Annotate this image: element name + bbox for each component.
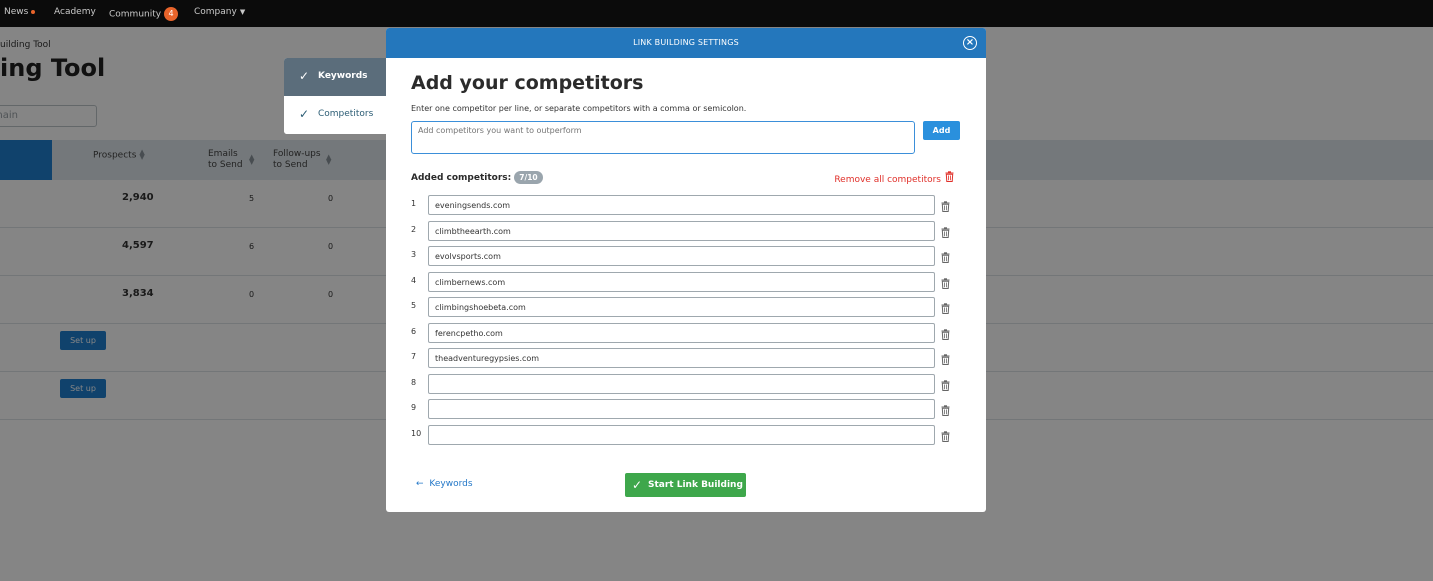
competitor-input[interactable]: [411, 121, 915, 154]
competitor-row: 7 theadventuregypsies.com: [411, 348, 961, 368]
step-competitors-label: Competitors: [318, 109, 374, 119]
nav-item-news[interactable]: News: [4, 7, 36, 17]
added-competitors-label: Added competitors: 7/10: [411, 171, 543, 184]
competitor-number: 7: [411, 352, 417, 361]
competitor-number: 2: [411, 224, 417, 234]
nav-item-academy[interactable]: Academy: [54, 7, 96, 17]
competitor-number: 4: [411, 275, 417, 285]
trash-icon[interactable]: [941, 401, 950, 420]
trash-icon[interactable]: [941, 248, 950, 267]
add-button[interactable]: Add: [923, 121, 960, 140]
remove-all-button[interactable]: Remove all competitors: [834, 171, 954, 185]
competitor-field[interactable]: climbtheearth.com: [428, 220, 935, 241]
competitor-field[interactable]: [428, 399, 935, 419]
trash-icon[interactable]: [941, 325, 950, 344]
start-link-building-button[interactable]: ✓ Start Link Building: [625, 473, 746, 497]
modal-description: Enter one competitor per line, or separa…: [411, 104, 747, 113]
competitor-field[interactable]: ferencpetho.com: [428, 322, 935, 343]
competitor-row: 3 evolvsports.com: [411, 246, 961, 266]
trash-icon[interactable]: [941, 223, 950, 242]
competitor-number: 9: [411, 403, 417, 412]
caret-down-icon: ▼: [239, 7, 246, 16]
news-dot-icon: [31, 9, 36, 14]
trash-icon[interactable]: [941, 427, 950, 446]
back-link-label: Keywords: [429, 479, 473, 489]
competitor-count-badge: 7/10: [514, 171, 543, 184]
step-keywords[interactable]: ✓ Keywords: [284, 58, 386, 96]
competitor-number: 6: [411, 326, 417, 336]
nav-item-company[interactable]: Company ▼: [194, 7, 245, 17]
community-badge: 4: [164, 7, 179, 21]
competitor-field[interactable]: climbernews.com: [428, 271, 935, 292]
remove-all-label: Remove all competitors: [834, 175, 941, 185]
competitor-row: 8: [411, 373, 961, 395]
start-button-label: Start Link Building: [648, 480, 743, 490]
check-icon: ✓: [632, 478, 643, 492]
competitor-field[interactable]: [428, 424, 935, 445]
competitor-field[interactable]: climbingshoebeta.com: [428, 297, 935, 317]
competitor-field[interactable]: evolvsports.com: [428, 246, 935, 266]
link-building-settings-modal: LINK BUILDING SETTINGS × Add your compet…: [386, 28, 986, 512]
trash-icon[interactable]: [941, 197, 950, 216]
competitor-row: 5 climbingshoebeta.com: [411, 297, 961, 317]
competitor-row: 9: [411, 399, 961, 419]
competitor-row: 6 ferencpetho.com: [411, 322, 961, 344]
competitor-number: 5: [411, 301, 417, 310]
step-competitors[interactable]: ✓ Competitors: [284, 96, 386, 134]
check-icon: ✓: [299, 107, 310, 121]
nav-community-label: Community: [109, 9, 162, 20]
nav-company-label: Company: [194, 7, 237, 17]
competitor-field[interactable]: eveningsends.com: [428, 195, 935, 215]
modal-title: Add your competitors: [411, 72, 644, 94]
competitor-field[interactable]: [428, 373, 935, 394]
modal-header: LINK BUILDING SETTINGS: [386, 28, 986, 58]
step-keywords-label: Keywords: [318, 71, 368, 81]
competitor-row: 1 eveningsends.com: [411, 195, 961, 215]
added-competitors-text: Added competitors:: [411, 173, 512, 183]
trash-icon[interactable]: [941, 350, 950, 369]
competitor-number: 1: [411, 199, 417, 208]
competitor-number: 8: [411, 377, 417, 387]
trash-icon[interactable]: [941, 274, 950, 293]
trash-icon[interactable]: [941, 299, 950, 318]
arrow-left-icon: ←: [416, 479, 424, 489]
close-icon[interactable]: ×: [963, 36, 977, 50]
back-to-keywords-link[interactable]: ← Keywords: [416, 479, 473, 489]
competitor-number: 3: [411, 250, 417, 259]
competitor-row: 10: [411, 424, 961, 446]
nav-item-community[interactable]: Community 4: [109, 7, 179, 21]
top-navigation-bar: News Academy Community 4 Company ▼: [0, 0, 1433, 27]
nav-news-label: News: [4, 7, 29, 17]
settings-stepper: ✓ Keywords ✓ Competitors: [284, 58, 386, 134]
competitor-number: 10: [411, 428, 422, 438]
check-icon: ✓: [299, 69, 310, 83]
trash-icon: [945, 171, 954, 185]
competitor-field[interactable]: theadventuregypsies.com: [428, 348, 935, 368]
competitor-row: 2 climbtheearth.com: [411, 220, 961, 242]
trash-icon[interactable]: [941, 376, 950, 395]
competitor-row: 4 climbernews.com: [411, 271, 961, 293]
